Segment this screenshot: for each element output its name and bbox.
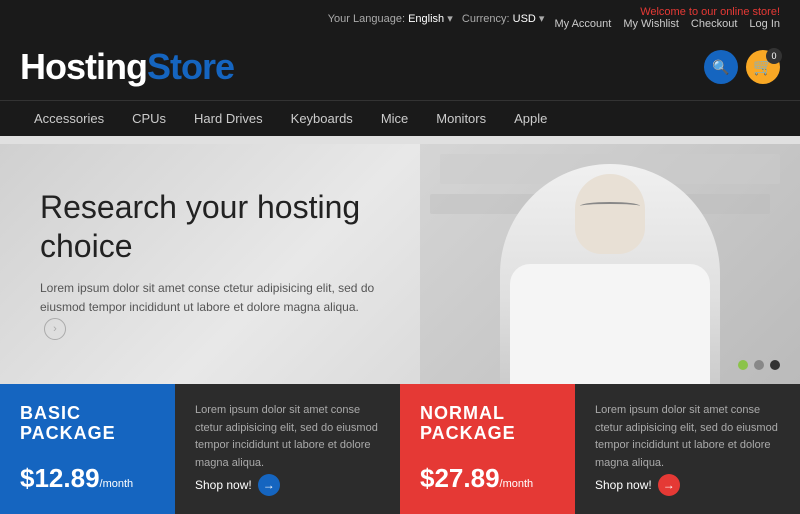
normal-package-color: NORMALPACKAGE $27.89/month <box>400 384 575 514</box>
top-bar: Your Language: English ▾ Currency: USD ▾… <box>20 0 780 36</box>
nav-item-mice[interactable]: Mice <box>367 101 422 136</box>
normal-price-amount: $27.89 <box>420 463 500 493</box>
nav-item-monitors[interactable]: Monitors <box>422 101 500 136</box>
nav-item-cpus[interactable]: CPUs <box>118 101 180 136</box>
normal-package-description: Lorem ipsum dolor sit amet conse ctetur … <box>595 402 780 472</box>
my-wishlist-link[interactable]: My Wishlist <box>623 18 679 30</box>
basic-package: BASICPACKAGE $12.89/month Lorem ipsum do… <box>0 384 400 514</box>
hero-title: Research your hosting choice <box>40 188 400 265</box>
packages-section: BASICPACKAGE $12.89/month Lorem ipsum do… <box>0 384 800 514</box>
basic-price-amount: $12.89 <box>20 463 100 493</box>
cart-badge: 0 <box>766 48 782 64</box>
hero-read-more-arrow[interactable]: › <box>44 318 66 340</box>
normal-shop-now[interactable]: Shop now! → <box>595 474 780 496</box>
site-header: Your Language: English ▾ Currency: USD ▾… <box>0 0 800 100</box>
header-icons: 🔍 🛒 0 <box>704 50 780 84</box>
top-bar-links: My Account My Wishlist Checkout Log In <box>554 18 780 30</box>
hero-dot-2[interactable] <box>754 360 764 370</box>
normal-package-desc: Lorem ipsum dolor sit amet conse ctetur … <box>575 384 800 514</box>
main-nav: Accessories CPUs Hard Drives Keyboards M… <box>0 100 800 136</box>
language-value: English <box>408 13 444 25</box>
hero-banner: Research your hosting choice Lorem ipsum… <box>0 144 800 384</box>
normal-package-price: $27.89/month <box>420 463 555 494</box>
normal-shop-arrow-icon: → <box>658 474 680 496</box>
language-label-text: Your Language: <box>328 13 405 25</box>
hero-dots <box>738 360 780 370</box>
hero-image <box>420 144 800 384</box>
hero-description: Lorem ipsum dolor sit amet conse ctetur … <box>40 279 380 339</box>
nav-item-hard-drives[interactable]: Hard Drives <box>180 101 277 136</box>
header-divider <box>0 136 800 144</box>
nav-item-keyboards[interactable]: Keyboards <box>277 101 367 136</box>
language-label: Your Language: English ▾ Currency: USD ▾ <box>328 12 545 25</box>
basic-package-price: $12.89/month <box>20 463 155 494</box>
basic-price-period: /month <box>100 478 134 490</box>
logo: HostingStore <box>20 46 234 88</box>
currency-label-text: Currency: <box>462 13 510 25</box>
logo-store: Store <box>147 46 234 88</box>
basic-shop-label: Shop now! <box>195 478 252 492</box>
currency-value: USD <box>513 13 536 25</box>
person-silhouette <box>500 164 720 384</box>
my-account-link[interactable]: My Account <box>554 18 611 30</box>
hero-dot-3[interactable] <box>770 360 780 370</box>
search-icon: 🔍 <box>712 59 729 76</box>
basic-package-desc: Lorem ipsum dolor sit amet conse ctetur … <box>175 384 400 514</box>
normal-package-name: NORMALPACKAGE <box>420 404 555 444</box>
nav-item-accessories[interactable]: Accessories <box>20 101 118 136</box>
main-header: HostingStore 🔍 🛒 0 <box>20 36 780 100</box>
basic-shop-now[interactable]: Shop now! → <box>195 474 380 496</box>
normal-price-period: /month <box>500 478 534 490</box>
nav-item-apple[interactable]: Apple <box>500 101 561 136</box>
log-in-link[interactable]: Log In <box>749 18 780 30</box>
logo-hosting: Hosting <box>20 46 147 88</box>
normal-shop-label: Shop now! <box>595 478 652 492</box>
hero-dot-1[interactable] <box>738 360 748 370</box>
basic-package-color: BASICPACKAGE $12.89/month <box>0 384 175 514</box>
search-button[interactable]: 🔍 <box>704 50 738 84</box>
cart-button[interactable]: 🛒 0 <box>746 50 780 84</box>
basic-shop-arrow-icon: → <box>258 474 280 496</box>
checkout-link[interactable]: Checkout <box>691 18 737 30</box>
basic-package-description: Lorem ipsum dolor sit amet conse ctetur … <box>195 402 380 472</box>
hero-content: Research your hosting choice Lorem ipsum… <box>0 158 440 369</box>
nav-list: Accessories CPUs Hard Drives Keyboards M… <box>20 101 780 136</box>
welcome-message: Welcome to our online store! <box>640 6 780 18</box>
basic-package-name: BASICPACKAGE <box>20 404 155 444</box>
normal-package: NORMALPACKAGE $27.89/month Lorem ipsum d… <box>400 384 800 514</box>
